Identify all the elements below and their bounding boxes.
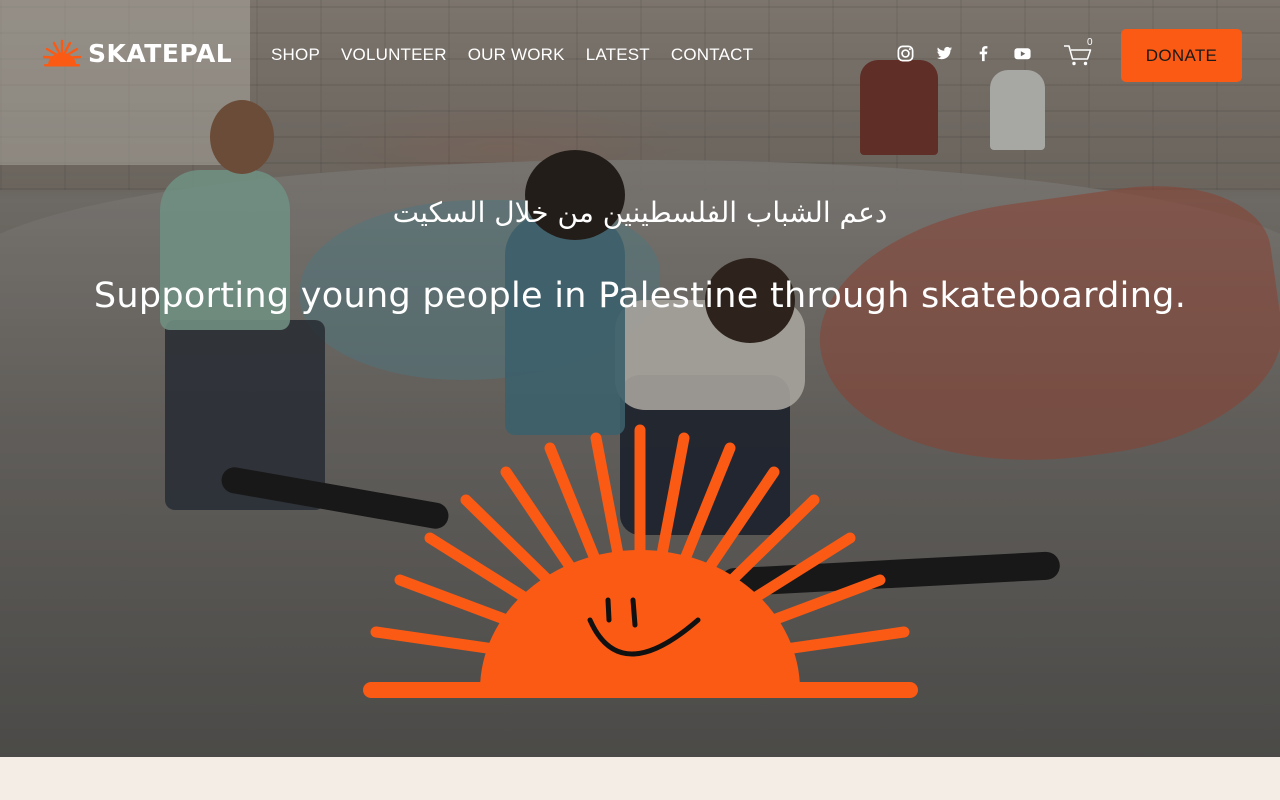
smiling-sun-icon: [363, 424, 918, 698]
nav-item-our-work[interactable]: OUR WORK: [468, 45, 565, 65]
cart-count: 0: [1087, 37, 1093, 48]
youtube-icon[interactable]: [1013, 44, 1032, 63]
below-hero-section: [0, 757, 1280, 800]
donate-button[interactable]: DONATE: [1121, 29, 1242, 82]
nav-item-volunteer[interactable]: VOLUNTEER: [341, 45, 447, 65]
facebook-icon[interactable]: [974, 44, 993, 63]
nav-item-latest[interactable]: LATEST: [586, 45, 650, 65]
hero-arabic-tagline: دعم الشباب الفلسطينين من خلال السكيت: [392, 196, 888, 229]
twitter-icon[interactable]: [935, 44, 954, 63]
site-logo[interactable]: SKATEPAL: [42, 38, 232, 68]
social-links: [896, 44, 1032, 63]
nav-item-shop[interactable]: SHOP: [271, 45, 320, 65]
main-nav: SHOP VOLUNTEER OUR WORK LATEST CONTACT: [271, 45, 753, 65]
brand-name: SKATEPAL: [88, 38, 233, 68]
hero-tagline: Supporting young people in Palestine thr…: [93, 276, 1187, 316]
instagram-icon[interactable]: [896, 44, 915, 63]
nav-item-contact[interactable]: CONTACT: [671, 45, 753, 65]
sun-logo-icon: [42, 39, 82, 67]
